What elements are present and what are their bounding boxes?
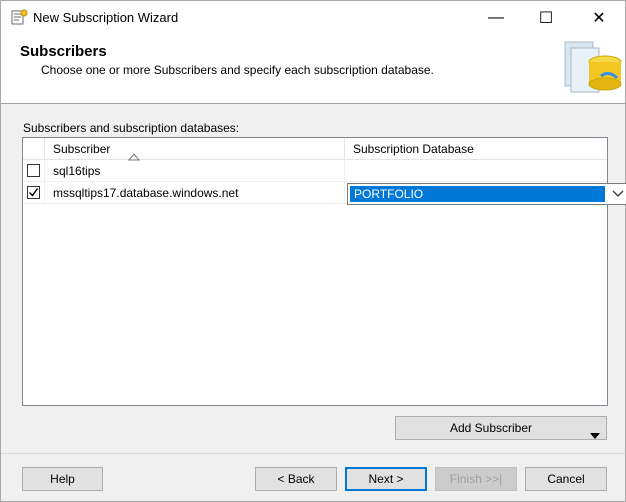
page-title: Subscribers (20, 43, 107, 60)
column-header-subscriber[interactable]: Subscriber (45, 138, 345, 161)
minimize-button[interactable]: — (473, 1, 519, 34)
chevron-down-icon[interactable] (608, 184, 626, 204)
row-checkbox-cell (23, 160, 45, 182)
table-row[interactable]: mssqltips17.database.windows.net PORTFOL… (23, 182, 626, 205)
column-header-subscriber-label: Subscriber (53, 142, 111, 156)
cancel-button[interactable]: Cancel (525, 467, 607, 491)
check-mark-icon (29, 188, 39, 197)
footer-divider (1, 453, 625, 454)
grid-header: Subscriber Subscription Database (23, 138, 607, 161)
header-checkbox-column (23, 138, 45, 160)
add-subscriber-label: Add Subscriber (449, 421, 533, 435)
database-graphic-icon (561, 36, 625, 102)
table-row[interactable]: sql16tips (23, 160, 607, 182)
column-header-database-label: Subscription Database (353, 142, 474, 156)
database-cell: PORTFOLIO (345, 182, 626, 205)
subscriber-cell: sql16tips (45, 160, 345, 182)
title-bar[interactable]: New Subscription Wizard — ☐ ✕ (1, 1, 625, 34)
sort-ascending-icon (127, 146, 140, 161)
grid-label: Subscribers and subscription databases: (23, 121, 240, 135)
wizard-window: New Subscription Wizard — ☐ ✕ Subscriber… (0, 0, 626, 502)
maximize-button[interactable]: ☐ (523, 1, 569, 34)
next-button[interactable]: Next > (345, 467, 427, 491)
row-checkbox[interactable] (27, 186, 40, 199)
dropdown-triangle-icon[interactable] (590, 425, 600, 447)
database-cell[interactable] (345, 160, 607, 182)
page-subtitle: Choose one or more Subscribers and speci… (41, 63, 434, 77)
back-button[interactable]: < Back (255, 467, 337, 491)
database-combobox-value: PORTFOLIO (350, 186, 605, 202)
finish-button[interactable]: Finish >>| (435, 467, 517, 491)
subscribers-grid[interactable]: Subscriber Subscription Database sql16ti… (22, 137, 626, 406)
row-checkbox-cell (23, 182, 45, 204)
page-header: Subscribers Choose one or more Subscribe… (1, 34, 625, 104)
wizard-app-icon (10, 8, 28, 26)
window-title: New Subscription Wizard (33, 10, 179, 25)
close-button[interactable]: ✕ (576, 1, 622, 34)
row-checkbox[interactable] (27, 164, 40, 177)
subscriber-cell: mssqltips17.database.windows.net (45, 182, 345, 204)
add-subscriber-button[interactable]: Add Subscriber (395, 416, 607, 440)
database-combobox[interactable]: PORTFOLIO (347, 183, 626, 205)
column-header-database[interactable]: Subscription Database (345, 138, 607, 160)
help-button[interactable]: Help (22, 467, 103, 491)
